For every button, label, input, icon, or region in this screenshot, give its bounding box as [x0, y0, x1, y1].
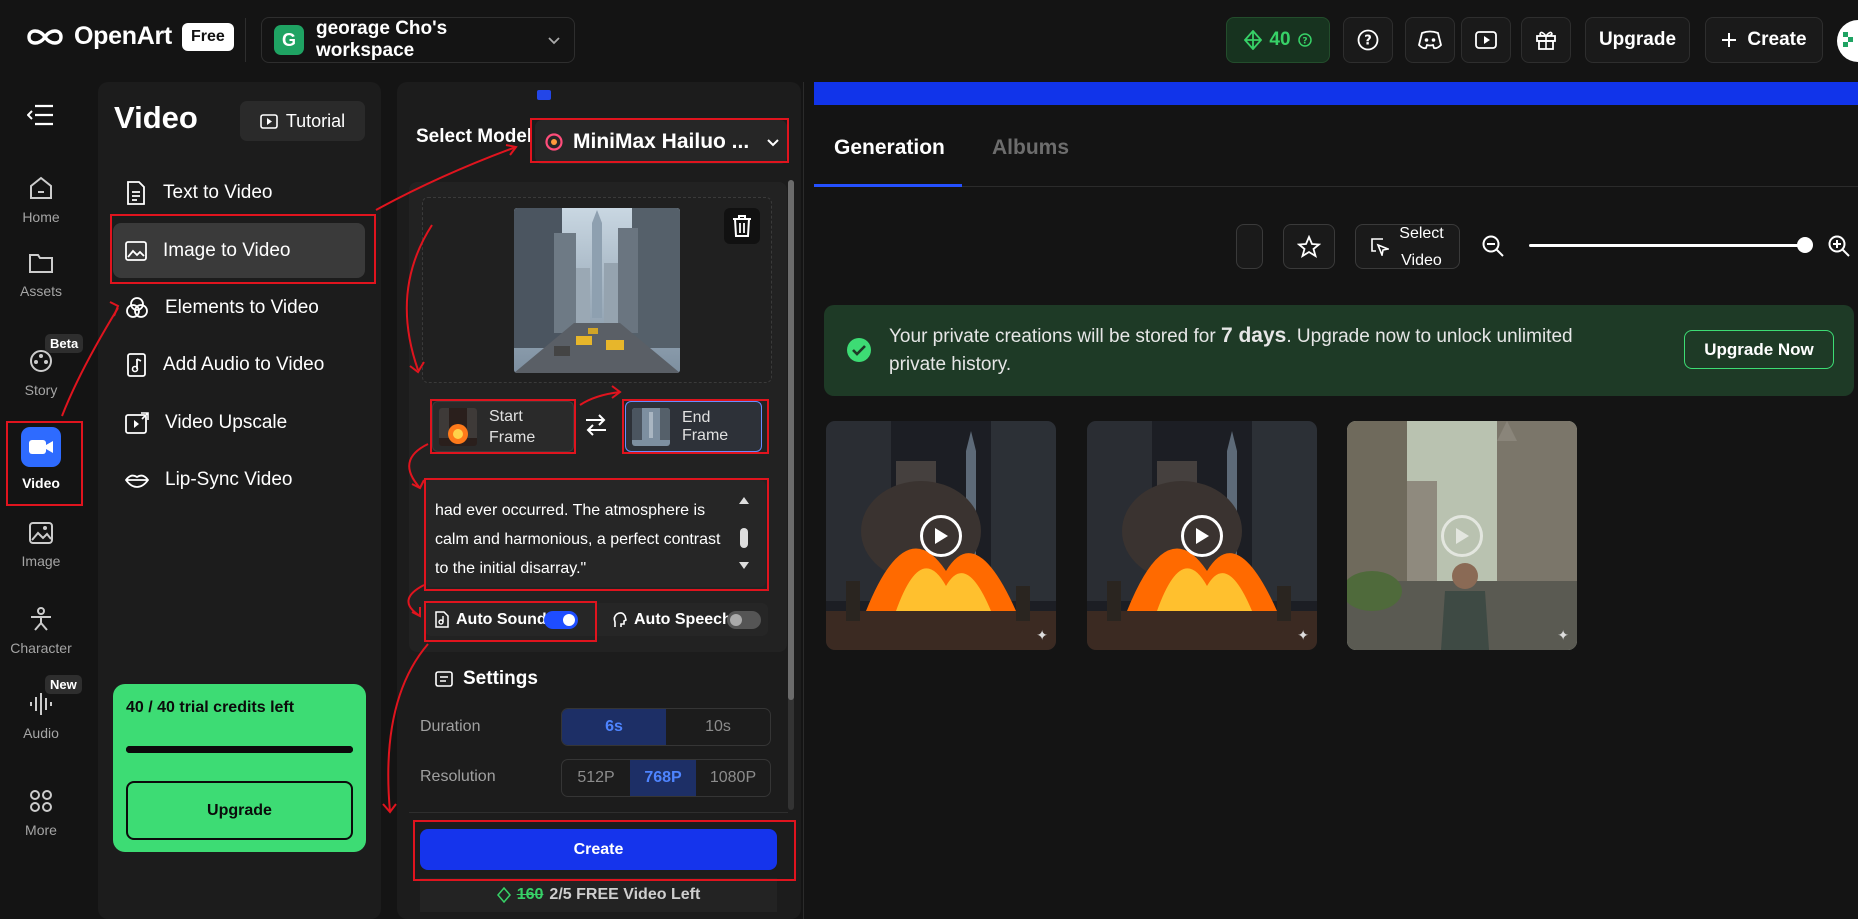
annotation-arrows	[61, 144, 622, 814]
